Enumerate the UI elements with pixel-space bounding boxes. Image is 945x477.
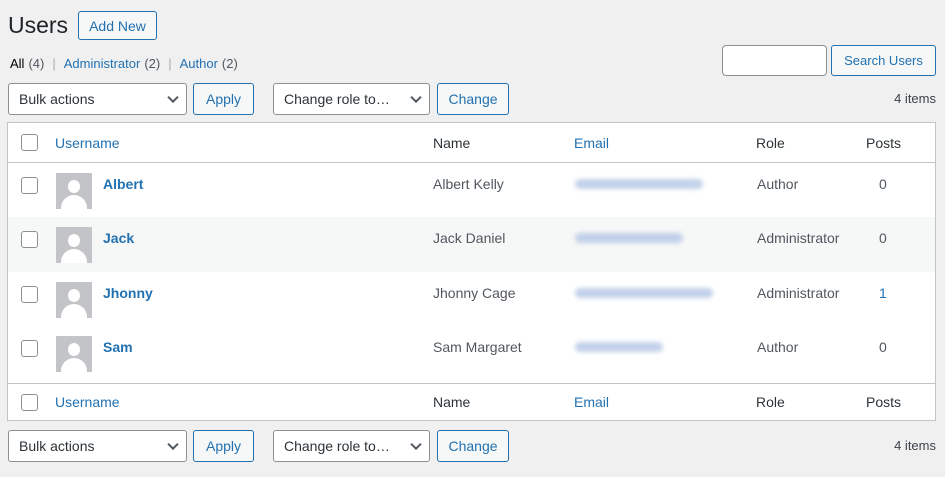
post-count: 0	[879, 339, 887, 355]
filter-all-label[interactable]: All	[10, 55, 24, 73]
username-link[interactable]: Jhonny	[103, 285, 153, 301]
bulk-actions-value: Bulk actions	[19, 91, 95, 107]
username-link[interactable]: Jack	[103, 230, 134, 246]
row-checkbox[interactable]	[21, 286, 38, 303]
table-row: Sam Sam Margaret Author 0	[8, 326, 935, 383]
select-all-checkbox-bottom[interactable]	[21, 394, 38, 411]
email-redacted	[575, 342, 663, 352]
change-button-bottom[interactable]: Change	[437, 430, 509, 462]
change-role-value: Change role to…	[284, 438, 390, 454]
user-name: Jhonny Cage	[433, 285, 516, 301]
column-role: Role	[756, 394, 785, 410]
change-role-select-top[interactable]: Change role to…	[273, 83, 430, 115]
filter-all-count: (4)	[28, 56, 45, 71]
table-header: Username Name Email Role Posts	[8, 123, 935, 163]
user-role: Author	[757, 176, 799, 192]
change-role-value: Change role to…	[284, 91, 390, 107]
filter-author-link[interactable]: Author	[180, 55, 218, 73]
column-username[interactable]: Username	[55, 135, 120, 151]
items-count-bottom: 4 items	[894, 438, 936, 453]
email-redacted	[575, 288, 713, 298]
change-button-top[interactable]: Change	[437, 83, 509, 115]
table-footer: Username Name Email Role Posts	[8, 383, 935, 420]
change-role-select-bottom[interactable]: Change role to…	[273, 430, 430, 462]
filter-separator: |	[168, 56, 172, 71]
email-redacted	[575, 233, 683, 243]
column-email[interactable]: Email	[574, 394, 609, 410]
user-name: Sam Margaret	[433, 339, 522, 355]
items-count-top: 4 items	[894, 91, 936, 106]
row-checkbox[interactable]	[21, 340, 38, 357]
user-role: Administrator	[757, 285, 840, 301]
post-count-link[interactable]: 1	[879, 285, 887, 301]
column-email[interactable]: Email	[574, 135, 609, 151]
table-row: Albert Albert Kelly Author 0	[8, 163, 935, 217]
column-posts: Posts	[866, 394, 902, 410]
username-link[interactable]: Albert	[103, 176, 143, 192]
user-name: Albert Kelly	[433, 176, 504, 192]
post-count: 0	[879, 176, 887, 192]
table-row: Jack Jack Daniel Administrator 0	[8, 217, 935, 272]
chevron-down-icon	[167, 91, 179, 104]
column-username[interactable]: Username	[55, 394, 120, 410]
page-title: Users	[8, 12, 69, 38]
post-count: 0	[879, 230, 887, 246]
bulk-actions-select-bottom[interactable]: Bulk actions	[8, 430, 187, 462]
column-name: Name	[433, 134, 471, 151]
role-filter-links: All (4) | Administrator (2) | Author (2)	[10, 55, 238, 73]
table-row: Jhonny Jhonny Cage Administrator 1	[8, 272, 935, 326]
column-role: Role	[756, 134, 785, 151]
column-posts: Posts	[866, 134, 902, 151]
user-role: Administrator	[757, 230, 840, 246]
bulk-actions-value: Bulk actions	[19, 438, 95, 454]
filter-administrator-count: (2)	[144, 56, 161, 71]
default-avatar-icon	[56, 173, 92, 209]
default-avatar-icon	[56, 227, 92, 263]
user-name: Jack Daniel	[433, 230, 506, 246]
apply-button-top[interactable]: Apply	[193, 83, 254, 115]
add-new-button[interactable]: Add New	[78, 11, 157, 40]
filter-administrator-link[interactable]: Administrator	[64, 55, 141, 73]
username-link[interactable]: Sam	[103, 339, 133, 355]
column-name: Name	[433, 394, 471, 410]
user-role: Author	[757, 339, 799, 355]
select-all-checkbox[interactable]	[21, 134, 38, 151]
search-users-input[interactable]	[722, 45, 827, 76]
chevron-down-icon	[410, 91, 422, 104]
chevron-down-icon	[410, 438, 422, 451]
row-checkbox[interactable]	[21, 231, 38, 248]
chevron-down-icon	[167, 438, 179, 451]
email-redacted	[575, 179, 703, 189]
filter-separator: |	[52, 56, 56, 71]
filter-author-count: (2)	[221, 56, 238, 71]
search-users-button[interactable]: Search Users	[831, 45, 936, 76]
users-table: Username Name Email Role Posts Albert Al…	[7, 122, 936, 421]
bulk-actions-select-top[interactable]: Bulk actions	[8, 83, 187, 115]
apply-button-bottom[interactable]: Apply	[193, 430, 254, 462]
default-avatar-icon	[56, 282, 92, 318]
default-avatar-icon	[56, 336, 92, 372]
row-checkbox[interactable]	[21, 177, 38, 194]
